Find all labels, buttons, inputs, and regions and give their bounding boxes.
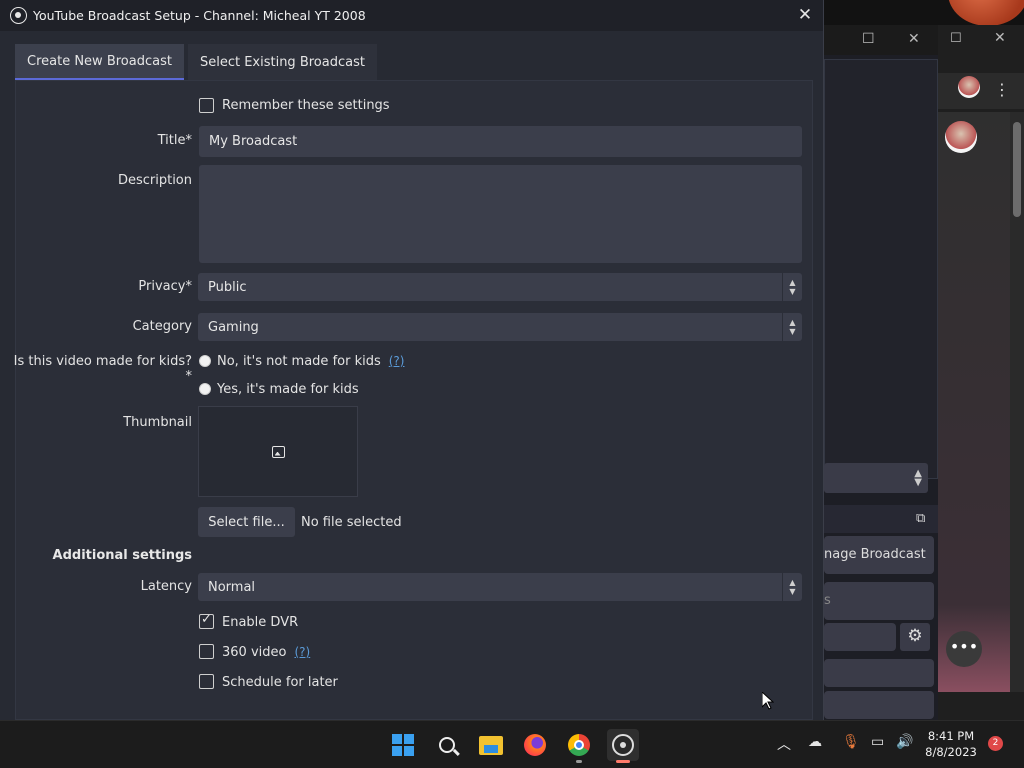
360-help-link[interactable]: (?) <box>294 645 310 659</box>
gear-icon[interactable]: ⚙ <box>900 623 930 651</box>
360-video-checkbox[interactable] <box>199 644 214 659</box>
clock-time: 8:41 PM <box>927 729 975 743</box>
title-input-value: My Broadcast <box>209 134 298 149</box>
chevron-updown-icon: ▲ ▼ <box>914 468 922 488</box>
tab-bar: Create New Broadcast Select Existing Bro… <box>15 44 381 80</box>
schedule-later-checkbox[interactable] <box>199 674 214 689</box>
obs-titlebar: ☐ ✕ <box>824 25 938 55</box>
channel-avatar-icon[interactable] <box>945 121 977 153</box>
obs-row <box>824 659 934 687</box>
not-for-kids-label: No, it's not made for kids <box>217 354 381 369</box>
manage-broadcast-label: nage Broadcast <box>824 547 926 562</box>
category-label: Category <box>132 319 192 334</box>
privacy-select[interactable]: Public ▲ ▼ <box>198 273 802 301</box>
windows-start-icon[interactable] <box>387 729 419 761</box>
network-icon[interactable]: ▭ <box>871 734 884 750</box>
chrome-window: ☐ ✕ ⋮ ••• <box>938 25 1024 720</box>
360-video-label: 360 video <box>222 645 287 660</box>
title-input[interactable]: My Broadcast <box>199 126 802 157</box>
description-label: Description <box>117 173 192 188</box>
schedule-later-label: Schedule for later <box>222 675 338 690</box>
scrollbar-thumb[interactable] <box>1013 122 1021 217</box>
category-select[interactable]: Gaming ▲ ▼ <box>198 313 802 341</box>
privacy-label: Privacy* <box>138 279 192 294</box>
obs-button-label: s <box>824 593 831 608</box>
remember-settings-label: Remember these settings <box>222 98 390 113</box>
select-file-button[interactable]: Select file... <box>198 507 295 537</box>
chevron-updown-icon: ▲ ▼ <box>782 273 802 301</box>
description-textarea[interactable] <box>199 165 802 263</box>
image-icon <box>271 445 285 458</box>
enable-dvr-checkbox[interactable] <box>199 612 214 629</box>
chrome-toolbar <box>938 73 1024 109</box>
thumbnail-preview <box>198 406 358 497</box>
360-video-option: 360 video (?) <box>222 645 310 660</box>
mouse-cursor-icon <box>762 692 774 710</box>
maximize-icon[interactable]: ☐ <box>862 31 875 47</box>
close-icon[interactable]: ✕ <box>795 5 815 25</box>
thumbnail-label: Thumbnail <box>123 415 192 430</box>
scrollbar[interactable] <box>1010 112 1024 692</box>
obs-active-indicator <box>616 760 630 763</box>
close-icon[interactable]: ✕ <box>994 30 1006 46</box>
menu-dots-icon[interactable]: ⋮ <box>994 82 1010 98</box>
not-for-kids-radio[interactable] <box>199 355 211 367</box>
chrome-page-content <box>938 112 1010 692</box>
obs-row <box>824 691 934 719</box>
for-kids-label: Yes, it's made for kids <box>217 382 359 397</box>
onedrive-icon[interactable]: ☁ <box>808 734 822 750</box>
obs-combo[interactable]: ▲ ▼ <box>824 463 928 493</box>
obs-main-window: ☐ ✕ ▲ ▼ ⧉ nage Broadcast s ⚙ <box>824 25 938 720</box>
chevron-up-icon[interactable]: ︿ <box>777 734 791 754</box>
firefox-icon[interactable] <box>519 729 551 761</box>
not-for-kids-option: No, it's not made for kids (?) <box>217 354 404 369</box>
tab-select-existing-broadcast[interactable]: Select Existing Broadcast <box>187 44 377 80</box>
profile-avatar-icon[interactable] <box>958 76 980 98</box>
obs-preview-panel <box>824 59 938 479</box>
obs-logo-icon <box>10 7 27 24</box>
file-explorer-icon[interactable] <box>475 729 507 761</box>
kids-help-link[interactable]: (?) <box>389 354 405 368</box>
manage-broadcast-button[interactable]: nage Broadcast <box>824 536 934 574</box>
obs-taskbar-icon[interactable] <box>607 729 639 761</box>
enable-dvr-label: Enable DVR <box>222 615 299 630</box>
no-file-label: No file selected <box>301 515 402 530</box>
made-for-kids-label: Is this video made for kids?* <box>13 354 192 384</box>
dialog-title: YouTube Broadcast Setup - Channel: Miche… <box>33 8 366 23</box>
for-kids-radio[interactable] <box>199 383 211 395</box>
obs-settings-button[interactable]: s <box>824 582 934 620</box>
tab-create-new-broadcast[interactable]: Create New Broadcast <box>15 44 184 80</box>
chevron-updown-icon: ▲ ▼ <box>782 313 802 341</box>
notification-badge[interactable]: 2 <box>988 736 1003 751</box>
popout-icon[interactable]: ⧉ <box>916 511 925 526</box>
chevron-updown-icon: ▲ ▼ <box>782 573 802 601</box>
more-options-icon[interactable]: ••• <box>946 631 982 667</box>
obs-combo-2[interactable] <box>824 623 896 651</box>
remember-settings-checkbox[interactable] <box>199 98 214 113</box>
chrome-running-indicator <box>576 760 582 763</box>
latency-select[interactable]: Normal ▲ ▼ <box>198 573 802 601</box>
broadcast-setup-dialog: YouTube Broadcast Setup - Channel: Miche… <box>0 0 824 720</box>
latency-value: Normal <box>208 579 256 595</box>
chrome-icon[interactable] <box>563 729 595 761</box>
dialog-titlebar: YouTube Broadcast Setup - Channel: Miche… <box>0 0 823 31</box>
title-label: Title* <box>157 133 192 148</box>
maximize-icon[interactable]: ☐ <box>950 31 962 46</box>
search-icon[interactable] <box>431 729 463 761</box>
close-icon[interactable]: ✕ <box>908 31 920 47</box>
latency-label: Latency <box>140 579 192 594</box>
category-value: Gaming <box>208 319 259 335</box>
privacy-value: Public <box>208 279 247 295</box>
microphone-icon[interactable]: 🎙 <box>842 734 860 750</box>
volume-icon[interactable]: 🔊 <box>896 734 913 750</box>
clock[interactable]: 8:41 PM 8/8/2023 <box>918 728 984 760</box>
clock-date: 8/8/2023 <box>925 745 977 759</box>
additional-settings-header: Additional settings <box>52 548 192 563</box>
